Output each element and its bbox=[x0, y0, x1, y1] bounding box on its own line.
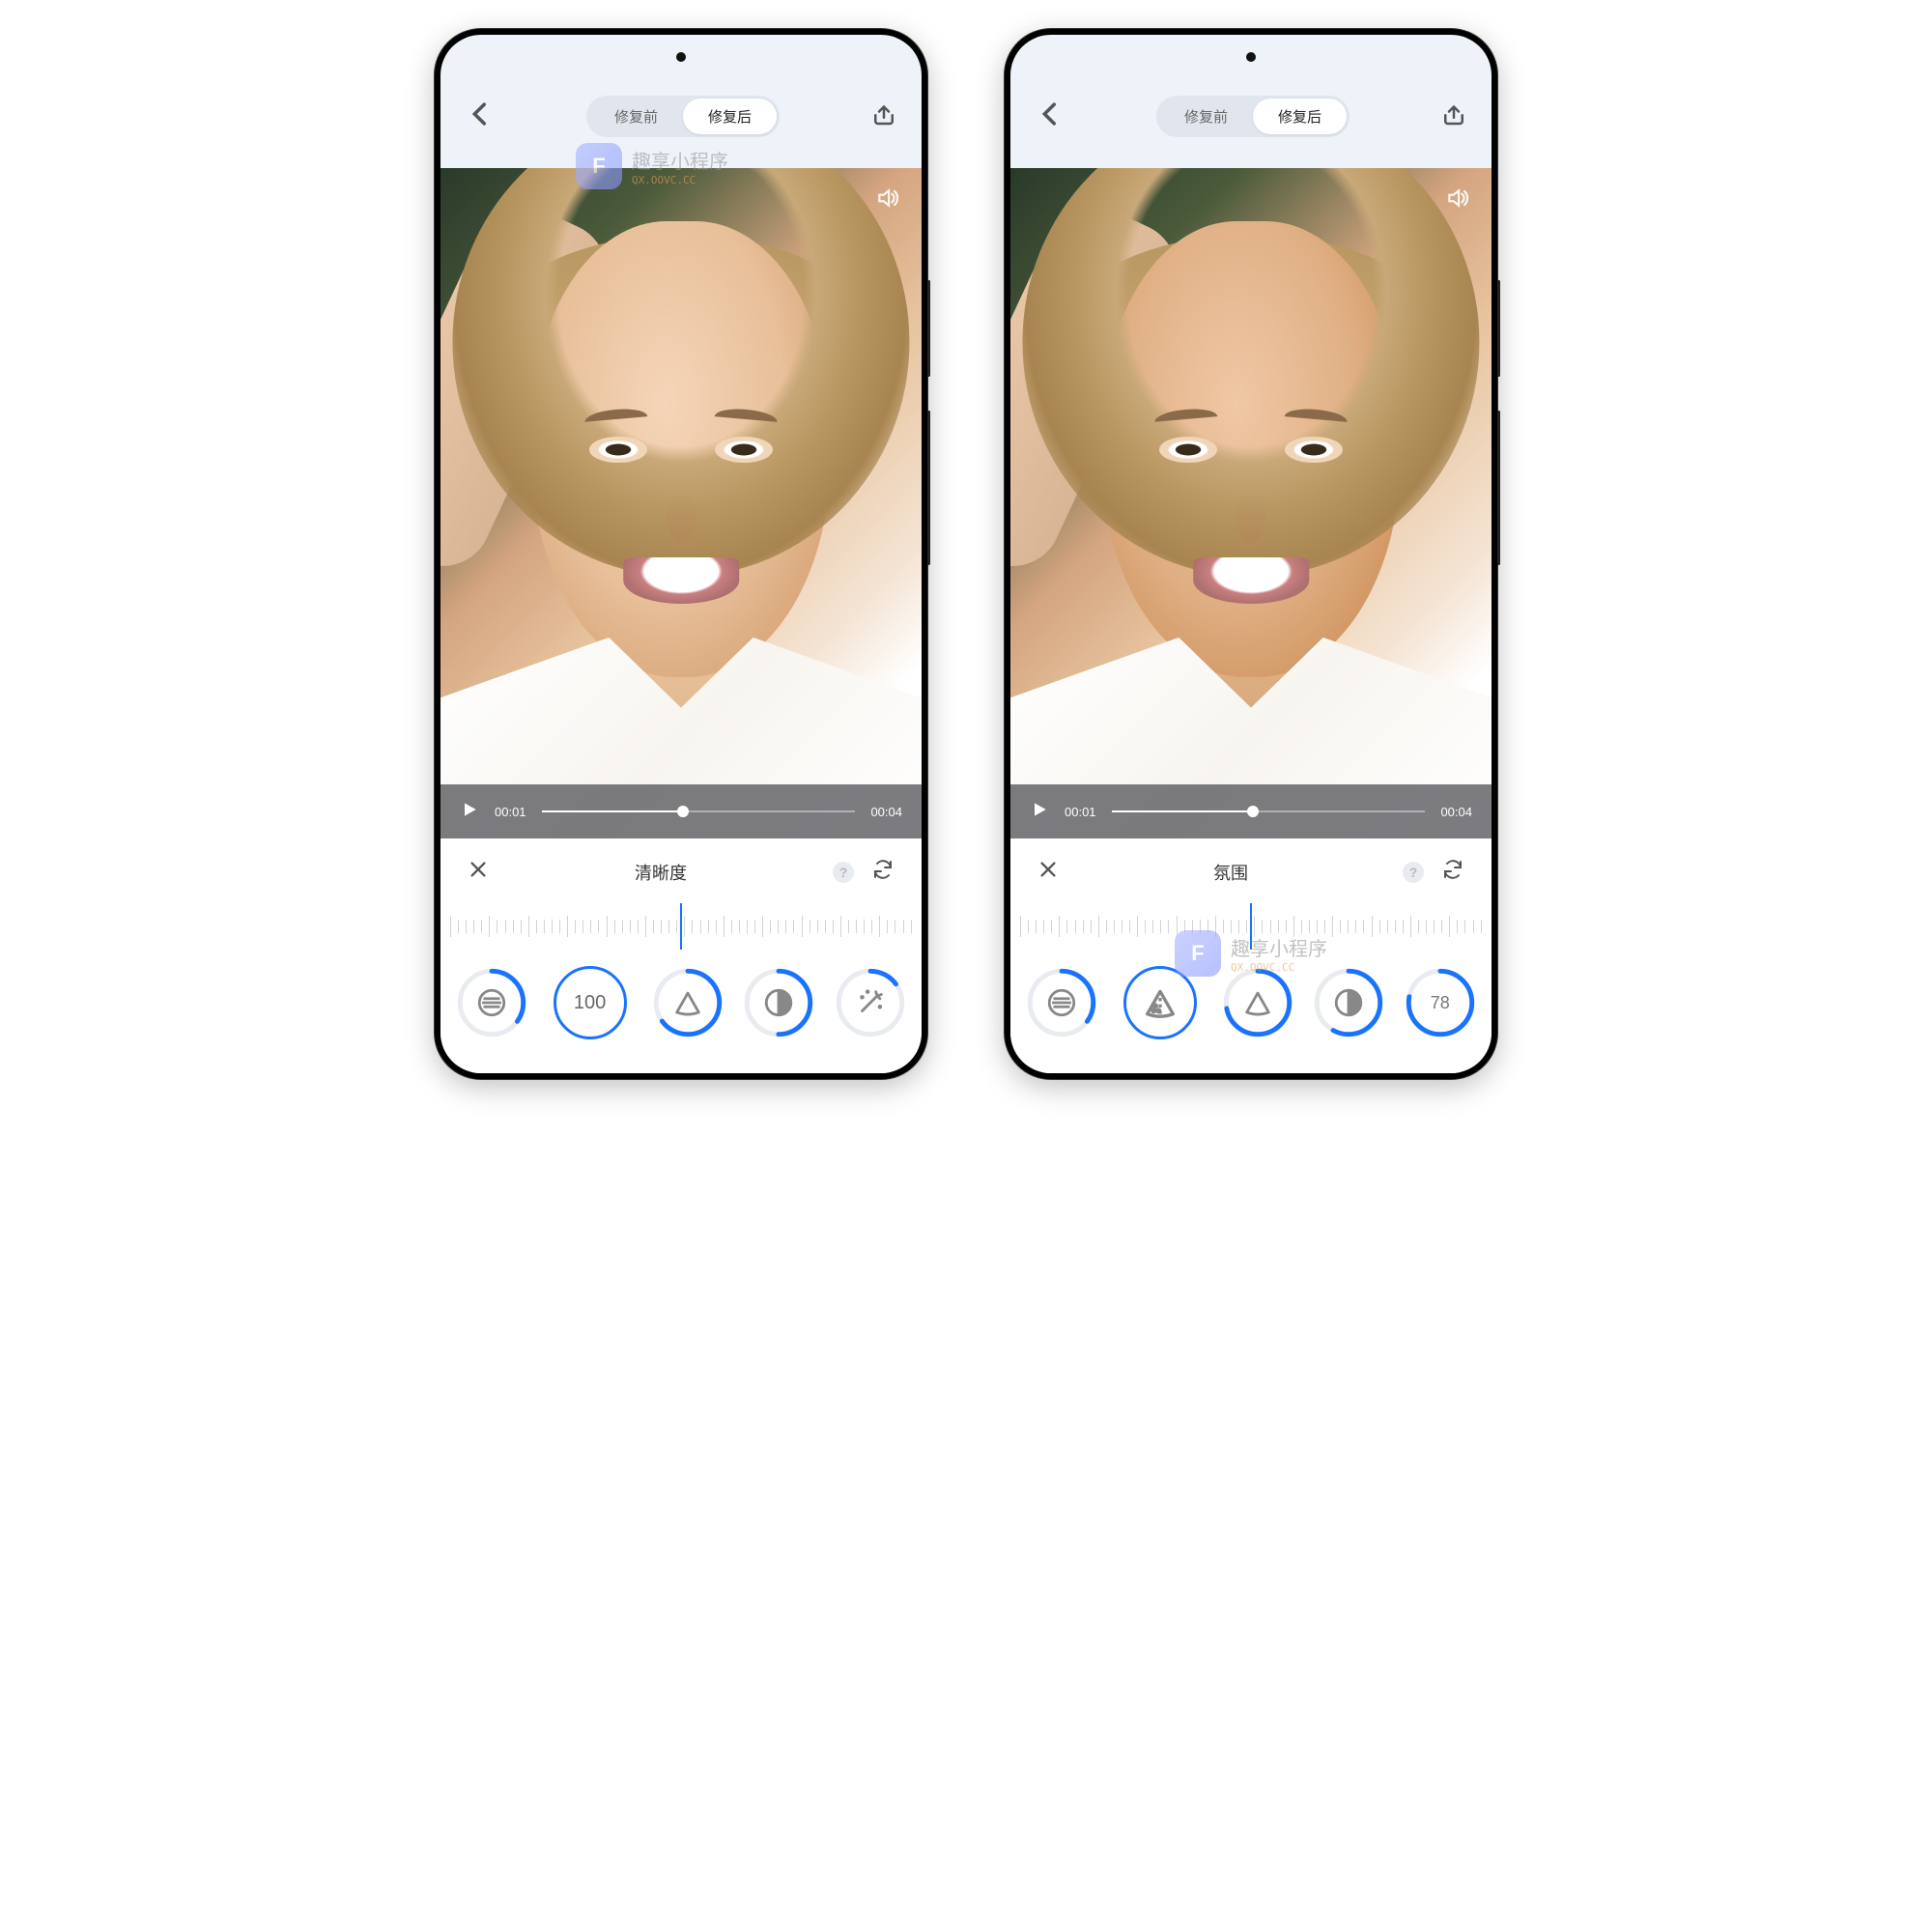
controls-panel: 清晰度 ? 100 bbox=[440, 838, 922, 1073]
reset-icon[interactable] bbox=[871, 858, 895, 886]
phone-frame: 修复前 修复后 00:01 00:04 氛围 bbox=[1005, 29, 1497, 1079]
play-icon[interactable] bbox=[460, 800, 479, 824]
watermark: F 趣享小程序 QX.OOVC.CC bbox=[576, 143, 728, 189]
portrait-placeholder bbox=[1010, 168, 1492, 838]
watermark-badge: F bbox=[576, 143, 622, 189]
adjust-dial-3[interactable] bbox=[744, 968, 813, 1037]
time-total: 00:04 bbox=[1440, 805, 1472, 819]
wand-icon bbox=[854, 986, 887, 1019]
adjust-dial-4[interactable] bbox=[836, 968, 905, 1037]
play-icon[interactable] bbox=[1030, 800, 1049, 824]
control-title: 氛围 bbox=[1059, 860, 1403, 885]
camera-notch bbox=[676, 52, 686, 62]
close-icon[interactable] bbox=[468, 859, 489, 885]
volume-icon[interactable] bbox=[1445, 185, 1470, 211]
tab-before[interactable]: 修复前 bbox=[589, 99, 683, 134]
progress-track[interactable] bbox=[1112, 810, 1426, 812]
tab-before[interactable]: 修复前 bbox=[1159, 99, 1253, 134]
dial-value: 78 bbox=[1431, 993, 1450, 1013]
control-title: 清晰度 bbox=[489, 860, 833, 885]
time-current: 00:01 bbox=[495, 805, 526, 819]
watermark-title: 趣享小程序 bbox=[632, 146, 728, 174]
tab-after[interactable]: 修复后 bbox=[1253, 99, 1347, 134]
share-icon[interactable] bbox=[1439, 99, 1468, 133]
before-after-toggle: 修复前 修复后 bbox=[586, 96, 780, 137]
adjust-dial-1[interactable]: 100 bbox=[549, 961, 632, 1044]
watermark-sub: QX.OOVC.CC bbox=[1231, 961, 1327, 974]
adjust-dial-0[interactable] bbox=[1027, 968, 1096, 1037]
triangle-icon bbox=[1241, 986, 1274, 1019]
watermark-badge: F bbox=[1175, 930, 1221, 977]
help-icon[interactable]: ? bbox=[1403, 862, 1424, 883]
slice-icon bbox=[1141, 983, 1179, 1022]
time-total: 00:04 bbox=[870, 805, 902, 819]
lines-icon bbox=[475, 986, 508, 1019]
help-icon[interactable]: ? bbox=[833, 862, 854, 883]
lines-icon bbox=[1045, 986, 1078, 1019]
adjust-dial-0[interactable] bbox=[457, 968, 526, 1037]
video-preview[interactable]: 00:01 00:04 bbox=[1010, 168, 1492, 838]
reset-icon[interactable] bbox=[1441, 858, 1464, 886]
watermark: F 趣享小程序 QX.OOVC.CC bbox=[1175, 930, 1327, 977]
portrait-placeholder bbox=[440, 168, 922, 838]
phone-frame: 修复前 修复后 00:01 00:04 清晰 bbox=[435, 29, 927, 1079]
back-icon[interactable] bbox=[464, 98, 497, 135]
adjust-dial-2[interactable] bbox=[1223, 968, 1293, 1037]
progress-track[interactable] bbox=[542, 810, 856, 812]
video-playbar: 00:01 00:04 bbox=[1010, 784, 1492, 838]
video-playbar: 00:01 00:04 bbox=[440, 784, 922, 838]
volume-icon[interactable] bbox=[875, 185, 900, 211]
contrast-icon bbox=[762, 986, 795, 1019]
back-icon[interactable] bbox=[1034, 98, 1066, 135]
watermark-sub: QX.OOVC.CC bbox=[632, 174, 728, 186]
share-icon[interactable] bbox=[869, 99, 898, 133]
before-after-toggle: 修复前 修复后 bbox=[1156, 96, 1350, 137]
adjust-dial-2[interactable] bbox=[653, 968, 723, 1037]
dial-row: 100 bbox=[440, 950, 922, 1044]
time-current: 00:01 bbox=[1065, 805, 1096, 819]
dial-value: 100 bbox=[574, 992, 606, 1014]
adjust-dial-4[interactable]: 78 bbox=[1406, 968, 1475, 1037]
adjust-dial-3[interactable] bbox=[1314, 968, 1383, 1037]
triangle-icon bbox=[671, 986, 704, 1019]
watermark-title: 趣享小程序 bbox=[1231, 933, 1327, 961]
close-icon[interactable] bbox=[1037, 859, 1059, 885]
value-ruler[interactable] bbox=[440, 903, 922, 950]
tab-after[interactable]: 修复后 bbox=[683, 99, 777, 134]
contrast-icon bbox=[1332, 986, 1365, 1019]
video-preview[interactable]: 00:01 00:04 bbox=[440, 168, 922, 838]
camera-notch bbox=[1246, 52, 1256, 62]
